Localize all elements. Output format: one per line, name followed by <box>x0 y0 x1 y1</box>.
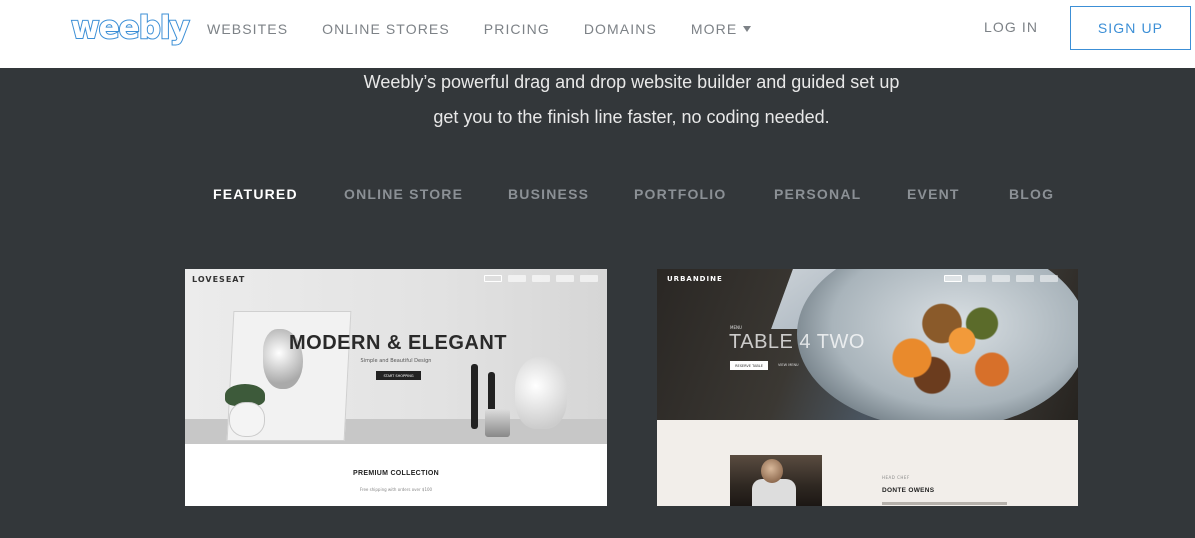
hero-tagline-line2: get you to the finish line faster, no co… <box>433 107 830 127</box>
template-subline: Simple and Beautiful Design <box>360 358 432 364</box>
preview-candle <box>471 364 478 429</box>
mini-nav-item <box>992 275 1010 282</box>
template-section-label: HEAD CHEF <box>882 475 910 480</box>
weebly-logo[interactable]: weebly <box>70 9 191 47</box>
chef-face <box>761 459 783 483</box>
preview-glass <box>485 409 510 437</box>
nav-domains[interactable]: DOMAINS <box>584 20 657 38</box>
template-section-title: PREMIUM COLLECTION <box>353 470 439 477</box>
mini-nav-item <box>556 275 574 282</box>
tab-personal[interactable]: PERSONAL <box>774 186 861 202</box>
template-mini-nav <box>944 275 1064 282</box>
tab-online-store[interactable]: ONLINE STORE <box>344 186 463 202</box>
mini-nav-item <box>484 275 502 282</box>
mini-nav-item <box>508 275 526 282</box>
nav-more[interactable]: MORE <box>690 20 752 38</box>
tab-business[interactable]: BUSINESS <box>508 186 589 202</box>
login-link[interactable]: LOG IN <box>984 19 1038 35</box>
mini-nav-item <box>532 275 550 282</box>
template-preview-image <box>657 269 1078 429</box>
mini-nav-item <box>968 275 986 282</box>
preview-food <box>852 289 1052 404</box>
template-preview-image <box>185 269 607 444</box>
nav-websites[interactable]: WEBSITES <box>207 20 288 38</box>
template-lower-section <box>657 420 1078 506</box>
mini-nav-item <box>580 275 598 282</box>
preview-vase <box>515 357 567 429</box>
caret-down-icon <box>743 26 752 33</box>
template-section-title: DONTE OWENS <box>882 487 935 494</box>
nav-more-label: MORE <box>690 21 738 37</box>
tab-featured[interactable]: FEATURED <box>213 186 298 202</box>
template-cta: RESERVE TABLE <box>730 361 768 370</box>
template-card-loveseat[interactable]: LOVESEAT MODERN & ELEGANT Simple and Bea… <box>185 269 607 506</box>
template-brand: LOVESEAT <box>192 275 246 284</box>
tab-blog[interactable]: BLOG <box>1009 186 1054 202</box>
template-link: VIEW MENU <box>778 363 799 367</box>
nav-online-stores[interactable]: ONLINE STORES <box>322 20 450 38</box>
template-kicker: MENU <box>730 325 742 330</box>
template-headline: TABLE 4 TWO <box>729 331 865 353</box>
template-section-text: Free shipping with orders over $100 <box>359 487 433 492</box>
hero-tagline-line1: Weebly’s powerful drag and drop website … <box>363 72 900 92</box>
template-headline: MODERN & ELEGANT <box>289 332 507 354</box>
template-cta: START SHOPPING <box>376 371 421 380</box>
chef-apron <box>752 479 796 506</box>
signup-button[interactable]: SIGN UP <box>1070 6 1191 50</box>
main-nav: WEBSITES ONLINE STORES PRICING DOMAINS M… <box>207 20 785 38</box>
nav-pricing[interactable]: PRICING <box>484 20 550 38</box>
site-header: weebly WEBSITES ONLINE STORES PRICING DO… <box>0 0 1195 68</box>
tab-portfolio[interactable]: PORTFOLIO <box>634 186 726 202</box>
template-mini-nav <box>484 275 604 282</box>
mini-nav-item <box>944 275 962 282</box>
template-card-urbandine[interactable]: URBANDINE MENU TABLE 4 TWO RESERVE TABLE… <box>657 269 1078 506</box>
preview-pot <box>229 402 265 437</box>
mini-nav-item <box>1040 275 1058 282</box>
template-brand: URBANDINE <box>667 275 723 283</box>
tab-event[interactable]: EVENT <box>907 186 960 202</box>
mini-nav-item <box>1016 275 1034 282</box>
template-text-line <box>882 502 1007 505</box>
